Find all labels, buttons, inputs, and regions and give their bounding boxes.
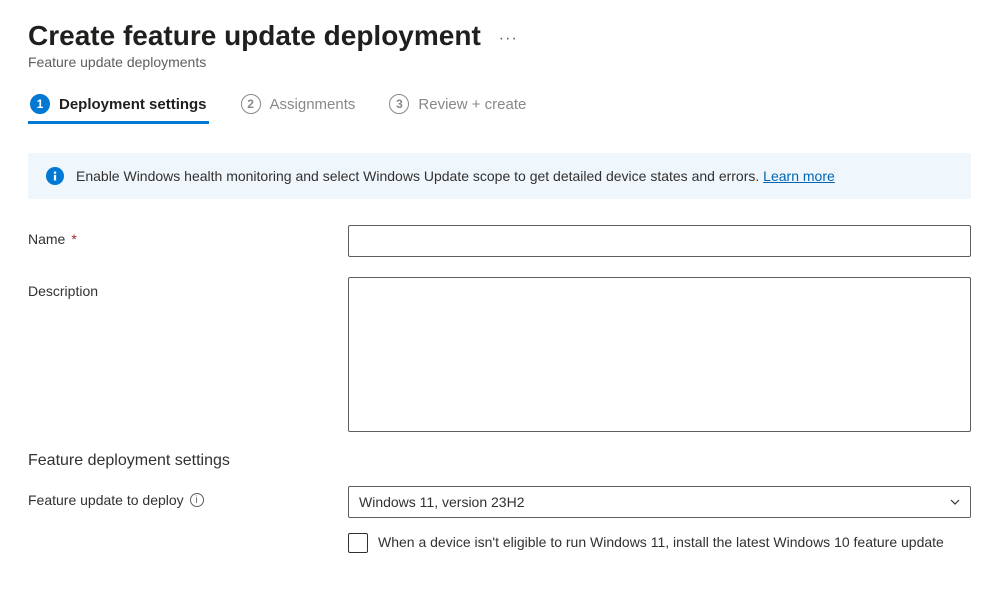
info-banner: Enable Windows health monitoring and sel…: [28, 153, 971, 199]
info-tooltip-icon[interactable]: i: [190, 493, 204, 507]
page-title: Create feature update deployment: [28, 20, 481, 52]
info-message: Enable Windows health monitoring and sel…: [76, 168, 763, 184]
tab-label: Assignments: [270, 96, 356, 113]
tab-step-number: 3: [389, 94, 409, 114]
description-label: Description: [28, 277, 348, 299]
tab-label: Review + create: [418, 96, 526, 113]
info-text: Enable Windows health monitoring and sel…: [76, 168, 835, 184]
tab-deployment-settings[interactable]: 1 Deployment settings: [28, 88, 209, 124]
name-input[interactable]: [348, 225, 971, 257]
more-actions-icon[interactable]: ···: [499, 24, 518, 48]
feature-update-label: Feature update to deploy i: [28, 486, 348, 508]
learn-more-link[interactable]: Learn more: [763, 168, 835, 184]
required-indicator: *: [71, 231, 76, 247]
fallback-checkbox-label: When a device isn't eligible to run Wind…: [378, 532, 944, 552]
breadcrumb: Feature update deployments: [28, 54, 971, 70]
tab-assignments[interactable]: 2 Assignments: [239, 88, 358, 124]
tab-step-number: 2: [241, 94, 261, 114]
tab-step-number: 1: [30, 94, 50, 114]
feature-update-select[interactable]: Windows 11, version 23H2: [348, 486, 971, 518]
form: Name * Description Feature deployment se…: [28, 225, 971, 553]
tab-label: Deployment settings: [59, 96, 207, 113]
tab-review-create[interactable]: 3 Review + create: [387, 88, 528, 124]
info-icon: [46, 167, 64, 185]
wizard-tabs: 1 Deployment settings 2 Assignments 3 Re…: [28, 88, 971, 125]
section-heading-feature-deployment: Feature deployment settings: [28, 452, 971, 470]
fallback-checkbox[interactable]: [348, 533, 368, 553]
description-textarea[interactable]: [348, 277, 971, 432]
name-label: Name *: [28, 225, 348, 247]
